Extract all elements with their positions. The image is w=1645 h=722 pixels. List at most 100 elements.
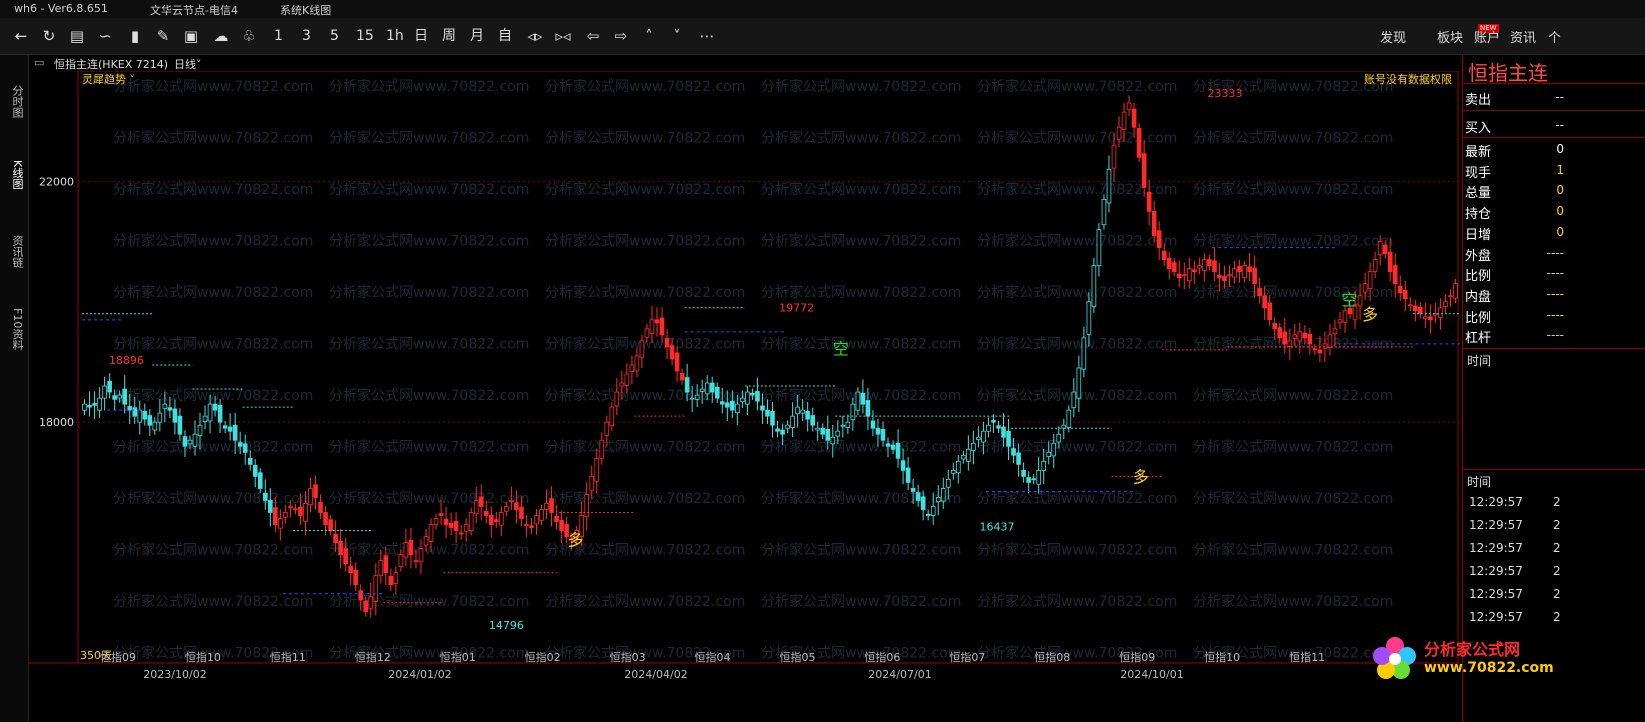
watermark-text: 分析家公式网www.70822.com [761,336,961,353]
up-icon[interactable]: ˄ [638,25,660,47]
period-15min[interactable]: 15 [356,25,374,47]
nav-discover[interactable]: 发现 [1380,27,1406,46]
candle-body [986,424,991,432]
contract-name[interactable]: 恒指主连(HKEX 7214) [54,56,168,72]
candle-body [177,415,183,435]
expand-icon[interactable]: ◃▹ [524,25,546,47]
candle-body [1136,127,1142,158]
candle-body [755,391,760,402]
x-month-label: 恒指10 [1204,650,1240,664]
period-week[interactable]: 周 [442,25,456,47]
watermark-text: 分析家公式网www.70822.com [113,78,313,95]
tick-time: 12:29:57 [1469,587,1523,601]
candle-body [473,500,479,515]
back-icon[interactable]: ← [10,25,32,47]
tab-kline[interactable]: K线图 [4,160,24,189]
x-month-label: 恒指08 [1034,650,1070,664]
candle-body [1126,102,1132,111]
candle-body [845,421,851,428]
candle-body [679,373,685,381]
cloud-icon[interactable]: ☁ [210,25,232,47]
candle-body [1407,304,1413,307]
period-1h[interactable]: 1h [386,25,404,47]
price-extreme-label: 14796 [489,619,524,632]
x-month-label: 恒指09 [1119,650,1155,664]
candle-body [770,410,775,426]
candle-body [172,408,178,423]
candle-body [785,424,790,429]
candle-body [499,512,504,526]
period-custom[interactable]: 自 [498,25,512,47]
shrink-icon[interactable]: ▹◃ [552,25,574,47]
down-icon[interactable]: ˅ [666,25,688,47]
watermark-text: 分析家公式网www.70822.com [761,542,961,559]
link-icon[interactable]: ▭ [34,56,44,69]
refresh-icon[interactable]: ↻ [38,25,60,47]
nav-sector[interactable]: 板块 [1437,27,1463,46]
line-chart-icon[interactable]: ∽ [94,25,116,47]
watermark-text: 分析家公式网www.70822.com [977,336,1177,353]
kline-chart[interactable]: 分析家公式网www.70822.com 分析家公式网www.70822.com 分析… [28,71,1460,683]
nav-account[interactable]: 账户 [1474,27,1500,46]
candle-body [92,403,97,406]
server-node[interactable]: 文华云节点-电信4 [150,2,238,18]
nav-news[interactable]: 资讯 [1510,27,1536,46]
candle-body [619,382,625,387]
candle-body [775,428,780,432]
tab-f10[interactable]: F10资料 [4,308,24,350]
candle-body [594,457,600,482]
candle-body [589,475,595,492]
arrow-left-icon[interactable]: ⇦ [582,25,604,47]
period-1min[interactable]: 1 [274,25,283,47]
candle-body [363,600,369,613]
indicator-name: 灵犀趋势 ˅ [82,73,135,86]
candle-body [1141,153,1147,188]
watermark-text: 分析家公式网www.70822.com [545,233,745,250]
watermark-text: 分析家公式网www.70822.com [329,490,529,507]
nav-personal[interactable]: 个 [1548,27,1561,46]
candle-body [654,319,660,324]
candle-body [483,510,489,516]
candle-body [1026,477,1031,483]
tick-time: 12:29:57 [1469,610,1523,624]
tab-timeshare[interactable]: 分时图 [4,85,24,118]
tab-news-chain[interactable]: 资讯链 [4,235,24,268]
draw-icon[interactable]: ✎ [152,25,174,47]
candle-body [925,513,931,516]
period-month[interactable]: 月 [470,25,484,47]
candle-body [288,506,293,508]
divider [1463,83,1645,84]
candle-body [207,403,213,422]
list-icon[interactable]: ▤ [66,25,88,47]
arrow-right-icon[interactable]: ⇨ [610,25,632,47]
period-select[interactable]: 日线˅ [174,56,202,72]
price-extreme-label: 19772 [779,301,814,314]
watermark-text: 分析家公式网www.70822.com [545,336,745,353]
period-day[interactable]: 日 [414,25,428,47]
candle-body [1377,241,1383,256]
candle-body [313,484,318,498]
candle-body [107,380,112,393]
candle-body [885,443,891,447]
candle-body [805,410,810,420]
candle-body [935,497,941,503]
bell-icon[interactable]: ♧ [238,25,260,47]
candle-body [1171,262,1177,273]
candle-body [790,415,795,428]
candle-body [468,512,474,531]
kline-icon[interactable]: ▮ [124,25,146,47]
bookmark-icon[interactable]: ▣ [180,25,202,47]
watermark-text: 分析家公式网www.70822.com [113,336,313,353]
candle-body [1111,144,1117,169]
candle-body [699,388,705,392]
candle-body [1252,267,1257,285]
watermark-text: 分析家公式网www.70822.com [1193,387,1393,404]
quote-value: ---- [1546,245,1564,260]
candle-body [167,407,173,411]
candle-body [403,542,409,558]
period-5min[interactable]: 5 [330,25,339,47]
candle-body [740,397,745,403]
watermark-text: 分析家公式网www.70822.com [761,181,961,198]
period-3min[interactable]: 3 [302,25,311,47]
more-icon[interactable]: ⋯ [696,25,718,47]
